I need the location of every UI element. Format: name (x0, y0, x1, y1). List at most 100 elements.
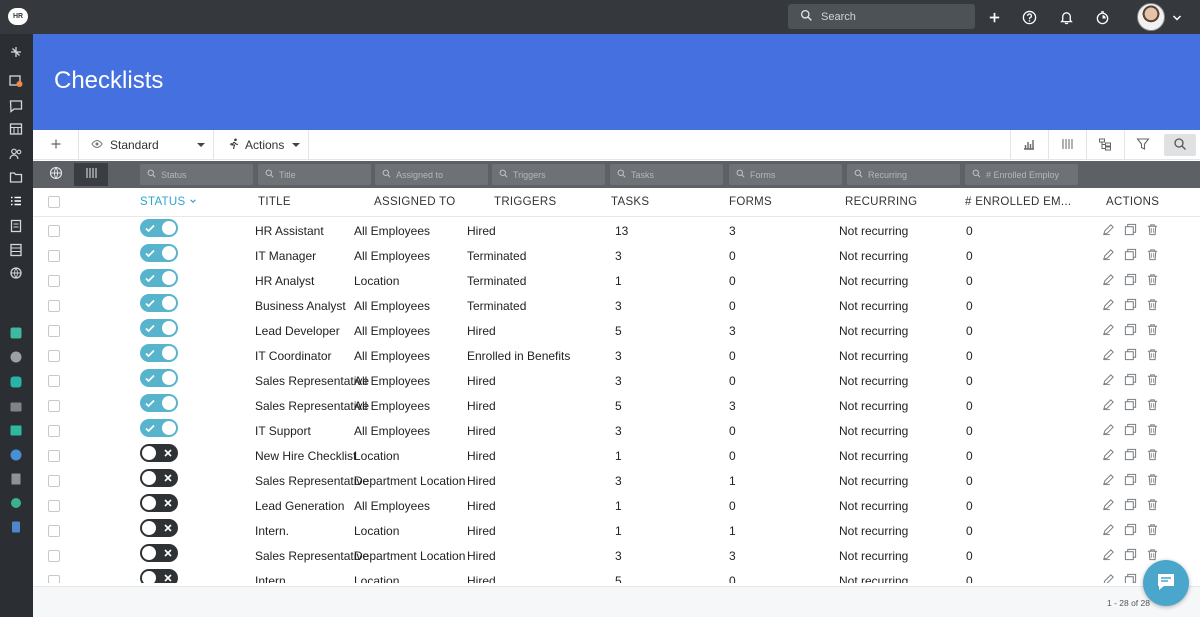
cell-title[interactable]: HR Analyst (255, 274, 314, 288)
bell-icon[interactable] (1057, 8, 1075, 26)
people-icon[interactable] (8, 147, 24, 161)
app-icon-3[interactable] (8, 375, 24, 389)
table-row[interactable]: Lead Generation All Employees Hired 1 0 Not r… (33, 493, 1200, 518)
table-row[interactable]: IT Manager All Employees Terminated 3 0 Not r… (33, 243, 1200, 268)
filter-input-3[interactable]: Assigned to (375, 164, 488, 185)
trash-icon[interactable] (1146, 448, 1159, 461)
column-header-triggers[interactable]: TRIGGERS (494, 196, 556, 208)
onboarding-icon[interactable] (8, 74, 24, 88)
tree-view-button[interactable] (1086, 130, 1122, 160)
copy-icon[interactable] (1124, 223, 1137, 236)
trash-icon[interactable] (1146, 348, 1159, 361)
table-row[interactable]: HR Analyst Location Terminated 1 0 Not recurr… (33, 268, 1200, 293)
row-checkbox[interactable] (48, 375, 60, 387)
status-toggle[interactable] (140, 369, 178, 387)
column-header-status[interactable]: STATUS (140, 196, 197, 208)
calendar-grid-icon[interactable] (8, 122, 24, 136)
row-checkbox[interactable] (48, 325, 60, 337)
column-header-tasks[interactable]: TASKS (611, 196, 649, 208)
filter-input-7[interactable]: Recurring (847, 164, 960, 185)
copy-icon[interactable] (1124, 448, 1137, 461)
add-button[interactable] (33, 130, 79, 160)
row-checkbox[interactable] (48, 550, 60, 562)
cell-title[interactable]: HR Assistant (255, 224, 324, 238)
timer-icon[interactable] (1093, 8, 1111, 26)
cell-title[interactable]: Sales Representative (255, 474, 369, 488)
status-toggle[interactable] (140, 269, 178, 287)
table-row[interactable]: Sales Representative Department Location H… (33, 468, 1200, 493)
cell-title[interactable]: IT Coordinator (255, 349, 331, 363)
edit-icon[interactable] (1102, 348, 1115, 361)
edit-icon[interactable] (1102, 573, 1115, 583)
trash-icon[interactable] (1146, 523, 1159, 536)
table-row[interactable]: Sales Representative Department Location H… (33, 543, 1200, 568)
filter-input-4[interactable]: Triggers (492, 164, 605, 185)
plus-icon[interactable] (985, 8, 1003, 26)
status-toggle[interactable] (140, 394, 178, 412)
copy-icon[interactable] (1124, 348, 1137, 361)
edit-icon[interactable] (1102, 448, 1115, 461)
chevron-down-icon[interactable] (1172, 12, 1182, 22)
app-icon-9[interactable] (8, 520, 24, 534)
edit-icon[interactable] (1102, 473, 1115, 486)
view-selector[interactable]: Standard (79, 130, 214, 160)
copy-icon[interactable] (1124, 548, 1137, 561)
row-checkbox[interactable] (48, 250, 60, 262)
cell-title[interactable]: Sales Representative (255, 399, 369, 413)
row-checkbox[interactable] (48, 500, 60, 512)
app-icon-5[interactable] (8, 424, 24, 438)
copy-icon[interactable] (1124, 323, 1137, 336)
copy-icon[interactable] (1124, 273, 1137, 286)
status-toggle[interactable] (140, 469, 178, 487)
message-icon[interactable] (8, 99, 24, 113)
cell-title[interactable]: Sales Representative (255, 549, 369, 563)
edit-icon[interactable] (1102, 298, 1115, 311)
cell-title[interactable]: Intern. (255, 574, 289, 583)
row-checkbox[interactable] (48, 575, 60, 583)
table-row[interactable]: HR Assistant All Employees Hired 13 3 Not rec… (33, 218, 1200, 243)
row-checkbox[interactable] (48, 350, 60, 362)
app-icon-2[interactable] (8, 350, 24, 364)
status-toggle[interactable] (140, 319, 178, 337)
row-checkbox[interactable] (48, 425, 60, 437)
folder-icon[interactable] (8, 170, 24, 184)
copy-icon[interactable] (1124, 373, 1137, 386)
chart-button[interactable] (1010, 130, 1046, 160)
edit-icon[interactable] (1102, 423, 1115, 436)
app-icon-4[interactable] (8, 400, 24, 414)
status-toggle[interactable] (140, 244, 178, 262)
cell-title[interactable]: Lead Generation (255, 499, 344, 513)
help-icon[interactable] (1020, 8, 1038, 26)
copy-icon[interactable] (1124, 398, 1137, 411)
trash-icon[interactable] (1146, 423, 1159, 436)
table-row[interactable]: New Hire Checklist Location Hired 1 0 Not rec… (33, 443, 1200, 468)
cell-title[interactable]: Business Analyst (255, 299, 346, 313)
copy-icon[interactable] (1124, 298, 1137, 311)
edit-icon[interactable] (1102, 373, 1115, 386)
row-checkbox[interactable] (48, 475, 60, 487)
cell-title[interactable]: IT Manager (255, 249, 316, 263)
toolbar-search-button[interactable] (1164, 134, 1196, 156)
edit-icon[interactable] (1102, 548, 1115, 561)
status-toggle[interactable] (140, 544, 178, 562)
copy-icon[interactable] (1124, 248, 1137, 261)
trash-icon[interactable] (1146, 273, 1159, 286)
table-row[interactable]: Intern. Location Hired 5 0 Not recurring 0 (33, 568, 1200, 583)
trash-icon[interactable] (1146, 373, 1159, 386)
trash-icon[interactable] (1146, 498, 1159, 511)
row-checkbox[interactable] (48, 275, 60, 287)
app-icon-7[interactable] (8, 472, 24, 486)
columns-button[interactable] (1048, 130, 1084, 160)
user-avatar[interactable] (1137, 3, 1165, 31)
table-row[interactable]: Business Analyst All Employees Terminated 3… (33, 293, 1200, 318)
table-row[interactable]: IT Coordinator All Employees Enrolled in B… (33, 343, 1200, 368)
app-icon-1[interactable] (8, 326, 24, 340)
edit-icon[interactable] (1102, 398, 1115, 411)
table-row[interactable]: Intern. Location Hired 1 1 Not recurring 0 (33, 518, 1200, 543)
status-toggle[interactable] (140, 344, 178, 362)
globe-filter-button[interactable] (39, 163, 73, 186)
checklist-icon[interactable] (8, 194, 24, 208)
document-icon[interactable] (8, 219, 24, 233)
table-row[interactable]: Sales Representative All Employees Hired 5 3… (33, 393, 1200, 418)
table-row[interactable]: Lead Developer All Employees Hired 5 3 Not re… (33, 318, 1200, 343)
